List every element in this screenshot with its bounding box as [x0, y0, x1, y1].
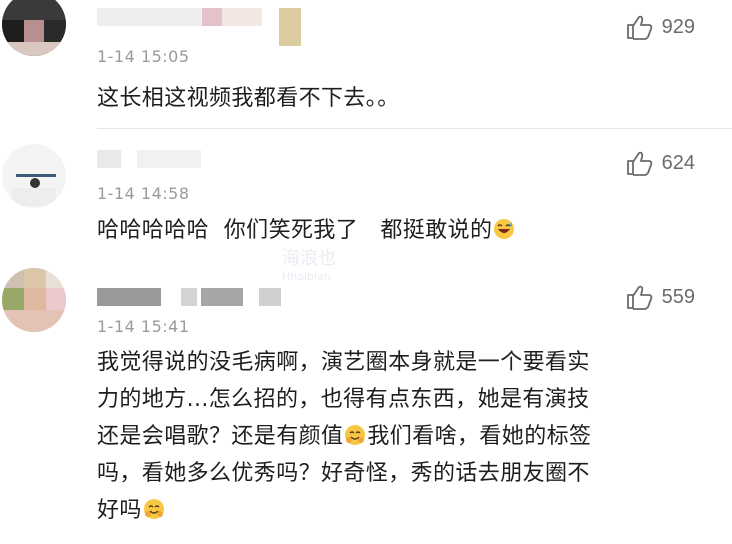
comment-line: 吗，看她多么优秀吗？好奇怪，秀的话去朋友圈不 [97, 461, 590, 486]
avatar[interactable] [2, 268, 66, 332]
comment-text: 这长相这视频我都看不下去。。 [97, 86, 400, 111]
username-redacted[interactable] [97, 288, 287, 308]
username-redacted[interactable] [97, 150, 207, 170]
comment-line: 好吗 [97, 492, 591, 529]
comment-item: 1-14 15:05 这长相这视频我都看不下去。。 929 [0, 0, 732, 140]
thumbs-up-icon [626, 151, 652, 176]
comment-line: 力的地方...怎么招的，也得有点东西，她是有演技 [97, 387, 590, 412]
thumbs-up-icon [626, 285, 652, 310]
comment-text-content: 哈哈哈哈哈 你们笑死我了 都挺敢说的 [97, 218, 493, 243]
comment-text: 哈哈哈哈哈 你们笑死我了 都挺敢说的 [97, 212, 516, 249]
like-button[interactable]: 624 [626, 150, 695, 176]
like-count: 559 [661, 285, 695, 308]
like-count: 929 [661, 15, 695, 38]
grinning-sweat-emoji [494, 219, 515, 239]
like-button[interactable]: 929 [626, 14, 695, 40]
comment-timestamp: 1-14 15:05 [97, 47, 190, 66]
like-button[interactable]: 559 [626, 284, 695, 310]
comment-line-part: 还是会唱歌？还是有颜值 [97, 424, 344, 449]
thumbs-up-icon [626, 15, 652, 40]
username-redacted[interactable] [97, 8, 302, 46]
comment-line: 我觉得说的没毛病啊，演艺圈本身就是一个要看实 [97, 350, 590, 375]
avatar[interactable] [2, 144, 66, 208]
comment-timestamp: 1-14 15:41 [97, 317, 190, 336]
comment-line: 还是会唱歌？还是有颜值 我们看啥，看她的标签 [97, 418, 591, 455]
hugging-face-emoji [143, 499, 164, 519]
comment-line-part: 我们看啥，看她的标签 [367, 424, 592, 449]
avatar[interactable] [2, 0, 66, 56]
comment-item: 1-14 14:58 哈哈哈哈哈 你们笑死我了 都挺敢说的 624 [0, 140, 732, 260]
comment-timestamp: 1-14 14:58 [97, 184, 190, 203]
hugging-face-emoji [345, 425, 366, 445]
comment-text: 我觉得说的没毛病啊，演艺圈本身就是一个要看实 力的地方...怎么招的，也得有点东… [97, 344, 591, 529]
like-count: 624 [661, 151, 695, 174]
comment-line-part: 好吗 [97, 498, 142, 523]
comment-item: 1-14 15:41 我觉得说的没毛病啊，演艺圈本身就是一个要看实 力的地方..… [0, 260, 732, 544]
divider [97, 128, 732, 129]
